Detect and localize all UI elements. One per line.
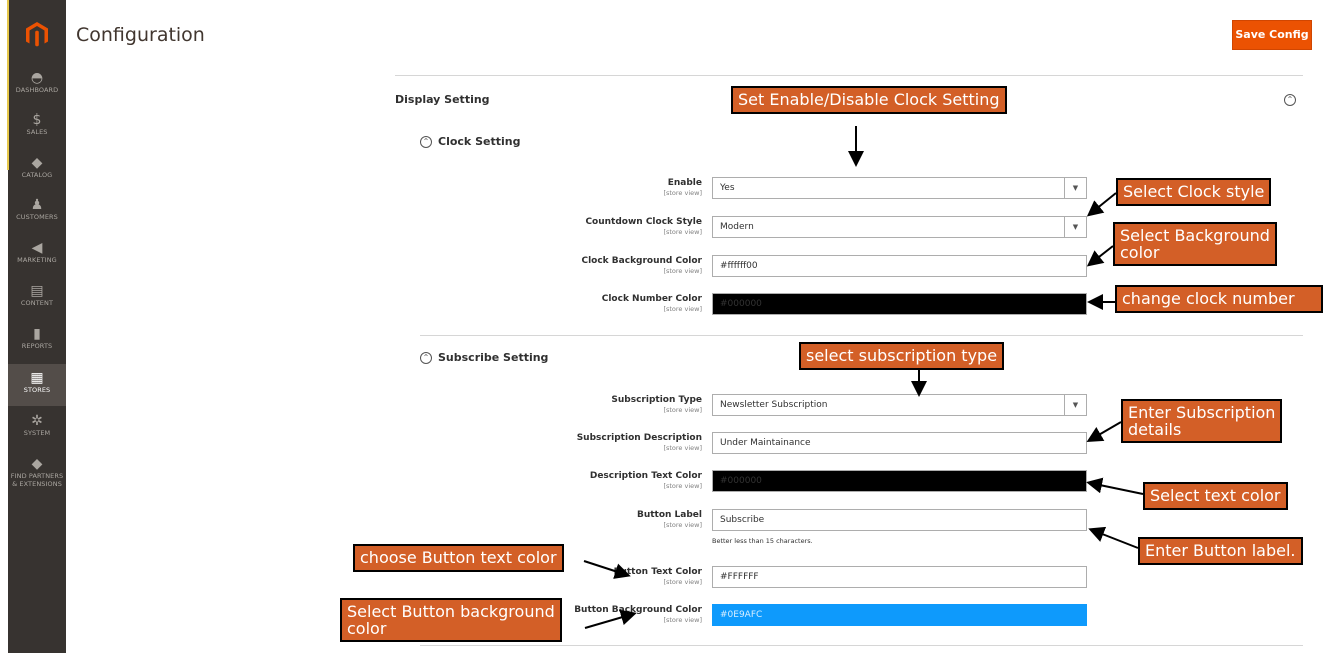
arrow — [1086, 421, 1122, 443]
arrow — [1088, 526, 1139, 549]
arrow — [583, 560, 631, 579]
arrow — [1086, 477, 1144, 495]
page: ◓ DASHBOARD $ SALES ◆ CATALOG ♟ CUSTOMER… — [0, 0, 1326, 653]
arrow — [584, 609, 637, 629]
annotation-arrows — [583, 126, 1144, 629]
arrow — [1086, 192, 1117, 217]
arrow — [1086, 245, 1114, 267]
